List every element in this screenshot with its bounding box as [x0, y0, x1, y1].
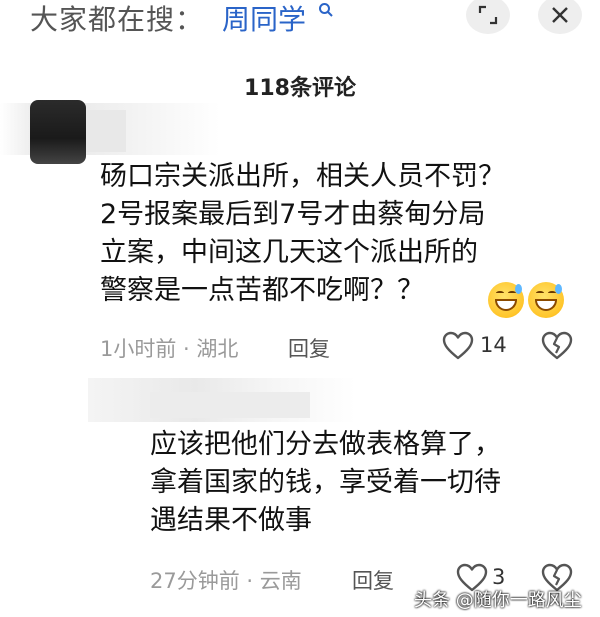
heart-icon[interactable] [442, 331, 474, 365]
search-icon[interactable] [318, 2, 334, 23]
comment-meta: 27分钟前 · 云南 [150, 569, 302, 593]
search-term-link[interactable]: 周同学 [222, 0, 306, 38]
grin-sweat-emoji [528, 282, 564, 318]
expand-icon [478, 5, 498, 25]
search-prefix: 大家都在搜： [30, 3, 205, 36]
watermark: 头条 @随你一路风尘 [414, 590, 582, 611]
reply-button[interactable]: 回复 [352, 565, 394, 595]
reply-button[interactable]: 回复 [288, 333, 330, 363]
comment-meta: 1小时前 · 湖北 [100, 337, 239, 361]
comments-count-title: 118条评论 [244, 76, 356, 101]
broken-heart-icon[interactable] [541, 331, 573, 365]
expand-button[interactable] [466, 0, 510, 34]
top-search-bar: 大家都在搜： 周同学 [0, 0, 600, 40]
close-button[interactable] [538, 0, 582, 34]
blurred-author-name [150, 392, 310, 418]
close-icon [552, 7, 568, 23]
grin-sweat-emoji [488, 282, 524, 318]
like-count: 14 [480, 333, 507, 357]
avatar[interactable] [30, 100, 86, 164]
blurred-author-name [86, 110, 126, 152]
comment-text: 应该把他们分去做表格算了， 拿着国家的钱，享受着一切待 遇结果不做事 [150, 429, 501, 536]
